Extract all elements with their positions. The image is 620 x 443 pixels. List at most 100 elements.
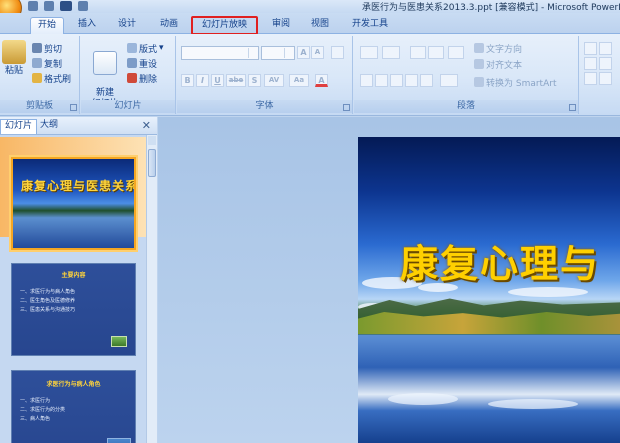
lake-reflection (358, 335, 620, 443)
close-icon[interactable]: ✕ (142, 119, 151, 132)
slide-editing-area: 康复心理与 (158, 117, 620, 443)
scroll-up-icon[interactable] (148, 136, 156, 145)
thumb-title: 主要内容 (61, 272, 86, 279)
shape-line-icon[interactable] (584, 57, 597, 70)
layout-button[interactable]: 版式 ▾ (127, 42, 164, 55)
slide-image-icon (111, 336, 127, 347)
panel-scrollbar[interactable] (146, 135, 157, 443)
customize-qat-icon[interactable] (78, 1, 88, 11)
align-right-button[interactable] (390, 74, 403, 87)
scrollbar-thumb[interactable] (148, 149, 156, 177)
reset-button[interactable]: 重设 (127, 57, 158, 70)
cloud-reflection (488, 399, 578, 409)
tab-animation[interactable]: 动画 (154, 17, 184, 34)
layout-icon (127, 43, 137, 53)
thumb-line: 二、医生角色及医德修养 (20, 298, 76, 304)
shrink-font-button[interactable]: A (311, 46, 324, 59)
char-spacing-button[interactable]: AV (264, 74, 284, 87)
slide-thumbnail-item[interactable]: 求医行为与病人角色 一、求医行为 二、求医行为的分类 三、病人角色 (0, 353, 146, 443)
slide-thumbnail-item[interactable]: 康复心理与医患关系 (0, 135, 146, 250)
redo-icon[interactable] (60, 1, 72, 11)
clear-format-button[interactable] (331, 46, 344, 59)
format-painter-icon (32, 73, 42, 83)
cloud-reflection (388, 393, 458, 405)
tab-review[interactable]: 审阅 (266, 17, 296, 34)
slide-thumbnails: 康复心理与医患关系 主要内容 一、求医行为与病人角色 二、医生角色及医德修养 三… (0, 135, 146, 443)
align-text-button[interactable]: 对齐文本 (474, 58, 523, 71)
tab-slides[interactable]: 幻灯片 (0, 119, 38, 134)
tab-home[interactable]: 开始 (30, 17, 64, 34)
underline-button[interactable]: U (211, 74, 224, 87)
paragraph-dialog-launcher[interactable] (569, 104, 576, 111)
thumb-line: 二、求医行为的分类 (20, 407, 66, 413)
distribute-button[interactable] (420, 74, 433, 87)
align-left-button[interactable] (360, 74, 373, 87)
panel-tabs: 幻灯片 大纲 ✕ (0, 117, 157, 135)
cut-button[interactable]: 剪切 (32, 42, 63, 55)
slide-thumbnail-3[interactable]: 求医行为与病人角色 一、求医行为 二、求医行为的分类 三、病人角色 (11, 370, 136, 443)
text-direction-button[interactable]: 文字方向 (474, 42, 523, 55)
thumb-line: 三、医患关系与沟通技巧 (20, 307, 76, 313)
ribbon-tabs: 开始 插入 设计 动画 幻灯片放映 审阅 视图 开发工具 (0, 13, 620, 35)
italic-button[interactable]: I (196, 74, 209, 87)
font-color-button[interactable]: A (315, 74, 328, 87)
slide-thumbnail-item[interactable]: 主要内容 一、求医行为与病人角色 二、医生角色及医德修养 三、医患关系与沟通技巧 (0, 248, 146, 356)
thumb-line: 一、求医行为 (20, 398, 51, 404)
decrease-indent-button[interactable] (410, 46, 426, 59)
font-name-dropdown[interactable] (181, 46, 259, 60)
bullets-button[interactable] (360, 46, 378, 59)
thumb-line: 三、病人角色 (20, 416, 51, 422)
group-paragraph: 文字方向 对齐文本 转换为 SmartArt 段落 (354, 36, 579, 114)
ribbon: 粘贴 剪切 复制 格式刷 剪贴板 新建 幻灯片 版式 ▾ 重设 (0, 34, 620, 116)
shadow-button[interactable]: S (248, 74, 261, 87)
increase-indent-button[interactable] (428, 46, 444, 59)
numbering-button[interactable] (382, 46, 400, 59)
delete-slide-button[interactable]: 删除 (127, 72, 157, 85)
tab-outline[interactable]: 大纲 (36, 119, 62, 134)
clipboard-dialog-launcher[interactable] (70, 104, 77, 111)
slides-panel: 幻灯片 大纲 ✕ 康复心理与医患关系 主要内容 一、求医行为与病人角色 二、医生… (0, 117, 157, 443)
group-clipboard: 粘贴 剪切 复制 格式刷 剪贴板 (0, 36, 80, 114)
shape-rectangle-icon[interactable] (584, 42, 597, 55)
shape-triangle-icon[interactable] (599, 57, 612, 70)
save-icon[interactable] (28, 1, 38, 11)
tab-slideshow[interactable]: 幻灯片放映 (191, 16, 258, 35)
tab-developer[interactable]: 开发工具 (346, 17, 394, 34)
font-dialog-launcher[interactable] (343, 104, 350, 111)
cut-label: 剪切 (44, 44, 63, 55)
shape-rectangle-icon-2[interactable] (599, 42, 612, 55)
chevron-down-icon (284, 48, 293, 58)
format-painter-button[interactable]: 格式刷 (32, 72, 71, 85)
paste-button[interactable]: 粘贴 (2, 40, 26, 77)
font-size-dropdown[interactable] (261, 46, 295, 60)
copy-button[interactable]: 复制 (32, 57, 62, 70)
tab-view[interactable]: 视图 (305, 17, 335, 34)
change-case-button[interactable]: Aa (289, 74, 309, 87)
text-direction-label: 文字方向 (486, 44, 523, 55)
justify-button[interactable] (405, 74, 418, 87)
align-text-label: 对齐文本 (486, 60, 523, 71)
tab-design[interactable]: 设计 (112, 17, 142, 34)
shape-oval-icon[interactable] (584, 72, 597, 85)
text-direction-icon (474, 43, 484, 53)
undo-icon[interactable] (44, 1, 54, 11)
shape-arrow-icon[interactable] (599, 72, 612, 85)
reset-icon (127, 58, 137, 68)
grow-font-button[interactable]: A (297, 46, 310, 59)
align-center-button[interactable] (375, 74, 388, 87)
group-slides: 新建 幻灯片 版式 ▾ 重设 删除 幻灯片 (81, 36, 176, 114)
bold-button[interactable]: B (181, 74, 194, 87)
line-spacing-button[interactable] (448, 46, 464, 59)
thumb-title: 康复心理与医患关系 (21, 179, 136, 193)
slide-thumbnail-2[interactable]: 主要内容 一、求医行为与病人角色 二、医生角色及医德修养 三、医患关系与沟通技巧 (11, 263, 136, 356)
strikethrough-button[interactable]: abe (226, 74, 246, 87)
thumb-title: 求医行为与病人角色 (46, 381, 101, 388)
reset-label: 重设 (139, 59, 158, 70)
convert-smartart-button[interactable]: 转换为 SmartArt (474, 76, 556, 89)
current-slide[interactable]: 康复心理与 (358, 137, 620, 443)
paste-label: 粘贴 (4, 66, 23, 76)
slide-title[interactable]: 康复心理与 (400, 233, 600, 288)
columns-button[interactable] (440, 74, 458, 87)
slide-thumbnail-1[interactable]: 康复心理与医患关系 (11, 157, 136, 250)
tab-insert[interactable]: 插入 (72, 17, 102, 34)
